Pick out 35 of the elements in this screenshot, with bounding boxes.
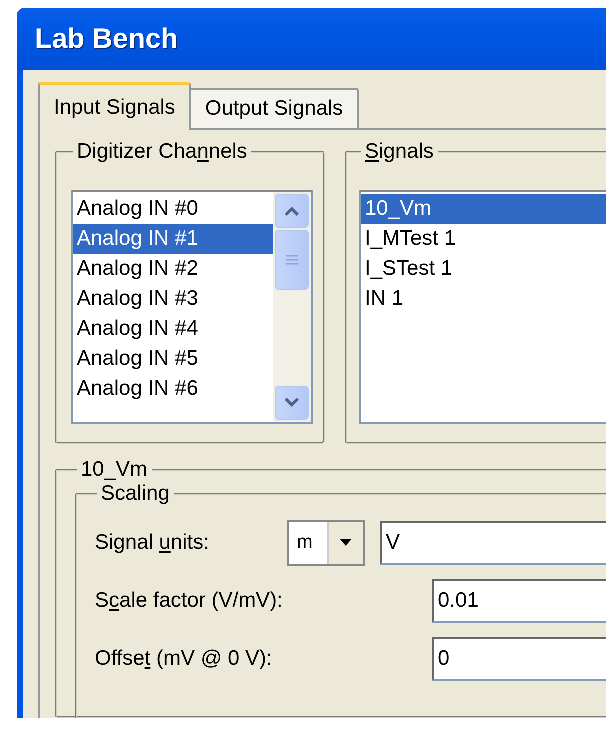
window-title: Lab Bench xyxy=(35,23,178,55)
list-item[interactable]: 10_Vm xyxy=(361,194,606,224)
list-item[interactable]: I_STest 1 xyxy=(361,254,606,284)
field-label: Signal units: xyxy=(95,531,210,555)
list-item[interactable]: I_MTest 1 xyxy=(361,224,606,254)
list-item[interactable]: Analog IN #5 xyxy=(73,344,273,374)
list-box[interactable]: Analog IN #0 Analog IN #1 Analog IN #2 Analog IN #3 Analog IN #4 Analog IN #5 Analog IN #6 xyxy=(71,190,313,424)
list-item[interactable]: Analog IN #1 xyxy=(73,224,273,254)
chevron-up-icon xyxy=(284,206,300,216)
list-item[interactable]: Analog IN #0 xyxy=(73,194,273,224)
unit-prefix-dropdown[interactable]: m xyxy=(287,520,365,566)
scrollbar[interactable] xyxy=(273,192,311,422)
group-label: Scaling xyxy=(100,482,171,506)
list-item[interactable]: Analog IN #3 xyxy=(73,284,273,314)
field-label: Offset (mV @ 0 V): xyxy=(95,647,274,671)
group-label: 10_Vm xyxy=(80,458,149,482)
dropdown-arrow-icon xyxy=(339,539,353,547)
group-label: Signals xyxy=(364,140,435,164)
field-label: Scale factor (V/mV): xyxy=(95,589,284,613)
tab[interactable]: Input Signals xyxy=(38,82,192,130)
grip-icon xyxy=(285,255,299,265)
list-item[interactable]: Analog IN #6 xyxy=(73,374,273,404)
scroll-up-button[interactable] xyxy=(275,194,309,228)
scroll-down-button[interactable] xyxy=(275,386,309,420)
list-item[interactable]: IN 1 xyxy=(361,284,606,314)
input-field[interactable]: 0 xyxy=(432,637,606,681)
list-item[interactable]: Analog IN #2 xyxy=(73,254,273,284)
list-item[interactable]: Analog IN #4 xyxy=(73,314,273,344)
scroll-thumb[interactable] xyxy=(275,230,309,290)
list-box[interactable]: 10_Vm I_MTest 1 I_STest 1 IN 1 xyxy=(359,190,606,424)
group-label: Digitizer Channels xyxy=(76,140,248,164)
input-field[interactable]: V xyxy=(380,521,606,565)
input-field[interactable]: 0.01 xyxy=(432,579,606,623)
tab[interactable]: Output Signals xyxy=(189,88,360,130)
chevron-down-icon xyxy=(284,398,300,408)
